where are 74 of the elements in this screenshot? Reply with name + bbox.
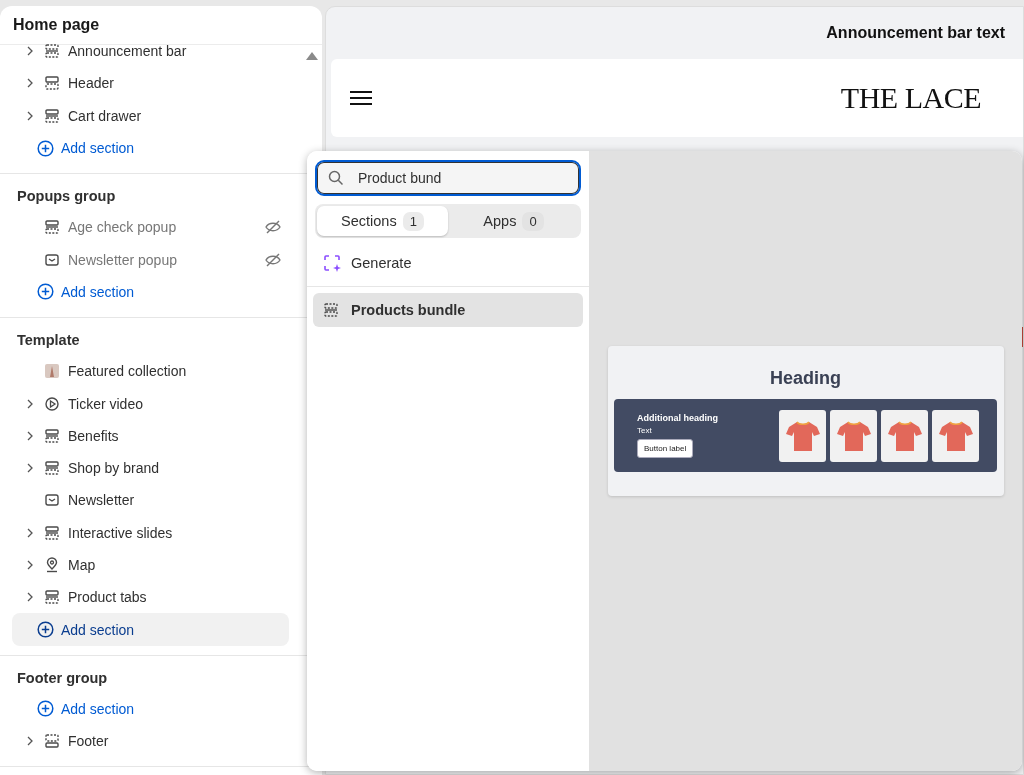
dashed-rows-icon [323, 302, 339, 318]
play-circle-icon [44, 395, 60, 412]
section-item[interactable]: Announcement bar [68, 43, 310, 60]
plus-circle-icon [37, 283, 54, 301]
thumbnail-icon [44, 363, 60, 380]
tab[interactable]: Apps 0 [448, 206, 579, 236]
menu-icon[interactable] [350, 90, 372, 106]
add-section-button[interactable]: Add section [12, 275, 289, 309]
preview-heading: Heading [770, 368, 841, 389]
chevron-icon[interactable] [26, 398, 34, 409]
eye-slash-icon[interactable] [264, 219, 282, 236]
scroll-up-icon[interactable] [306, 52, 318, 60]
tab[interactable]: Sections 1 [317, 206, 448, 236]
section-item[interactable]: Benefits [68, 427, 310, 444]
dashed-rows-icon [44, 589, 60, 606]
chevron-icon[interactable] [26, 592, 34, 603]
plus-circle-icon [37, 700, 54, 718]
banner-heading: Additional heading [637, 413, 718, 423]
dashed-rows-icon [44, 219, 60, 236]
banner-text: Text [637, 426, 652, 435]
add-section-button[interactable]: Add section [12, 692, 289, 726]
announcement-text: Announcement bar text [826, 24, 1005, 42]
section-item[interactable]: Newsletter popup [68, 251, 264, 268]
chevron-icon[interactable] [26, 560, 34, 570]
dashed-rows-icon [44, 524, 60, 541]
header-layout-icon [44, 75, 60, 92]
tshirt-icon [836, 419, 871, 452]
panel-title: Home page [13, 16, 100, 34]
section-item[interactable]: Interactive slides [68, 524, 310, 541]
eye-slash-icon[interactable] [264, 251, 282, 268]
group-title: Popups group [16, 187, 117, 207]
sparkle-frame-icon [323, 254, 341, 272]
plus-circle-icon [37, 621, 54, 639]
store-logo[interactable]: THE LACE [840, 81, 981, 115]
section-item[interactable]: Age check popup [68, 219, 264, 236]
section-item[interactable]: Header [68, 75, 310, 92]
envelope-icon [44, 251, 60, 268]
generate-button[interactable]: Generate [315, 248, 581, 278]
add-section-button[interactable]: Add section [12, 131, 289, 165]
search-icon [328, 170, 344, 186]
section-item[interactable]: Shop by brand [68, 460, 310, 477]
tshirt-icon [938, 419, 973, 452]
tshirt-icon [887, 419, 922, 452]
search-field[interactable]: Product bund [315, 160, 581, 196]
count-badge: 1 [402, 211, 424, 231]
map-pin-icon [44, 557, 60, 573]
result-item[interactable]: Products bundle [313, 293, 583, 327]
chevron-icon[interactable] [26, 463, 34, 474]
section-item[interactable]: Newsletter [68, 492, 310, 509]
section-item[interactable]: Featured collection [68, 363, 310, 380]
chevron-icon[interactable] [26, 110, 34, 121]
group-title: Footer group [16, 668, 109, 688]
dashed-rows-icon [44, 43, 60, 60]
dashed-rows-icon [44, 107, 60, 124]
tshirt-icon [785, 419, 820, 452]
section-item[interactable]: Cart drawer [68, 107, 310, 124]
count-badge: 0 [522, 211, 544, 231]
chevron-icon[interactable] [26, 736, 34, 747]
section-item[interactable]: Map [68, 557, 310, 573]
section-item[interactable]: Product tabs [68, 589, 310, 606]
chevron-icon[interactable] [26, 430, 34, 441]
chevron-icon[interactable] [26, 46, 34, 57]
section-item[interactable]: Ticker video [68, 395, 310, 412]
plus-circle-icon [37, 139, 54, 157]
envelope-icon [44, 492, 60, 509]
footer-layout-icon [44, 733, 60, 750]
chevron-icon[interactable] [26, 527, 34, 538]
dashed-rows-icon [44, 460, 60, 477]
dashed-rows-icon [44, 427, 60, 444]
banner-button[interactable]: Button label [637, 439, 694, 458]
add-section-button[interactable]: Add section [12, 613, 289, 646]
section-item[interactable]: Footer [68, 733, 310, 750]
chevron-icon[interactable] [26, 78, 34, 89]
group-title: Template [16, 331, 81, 351]
